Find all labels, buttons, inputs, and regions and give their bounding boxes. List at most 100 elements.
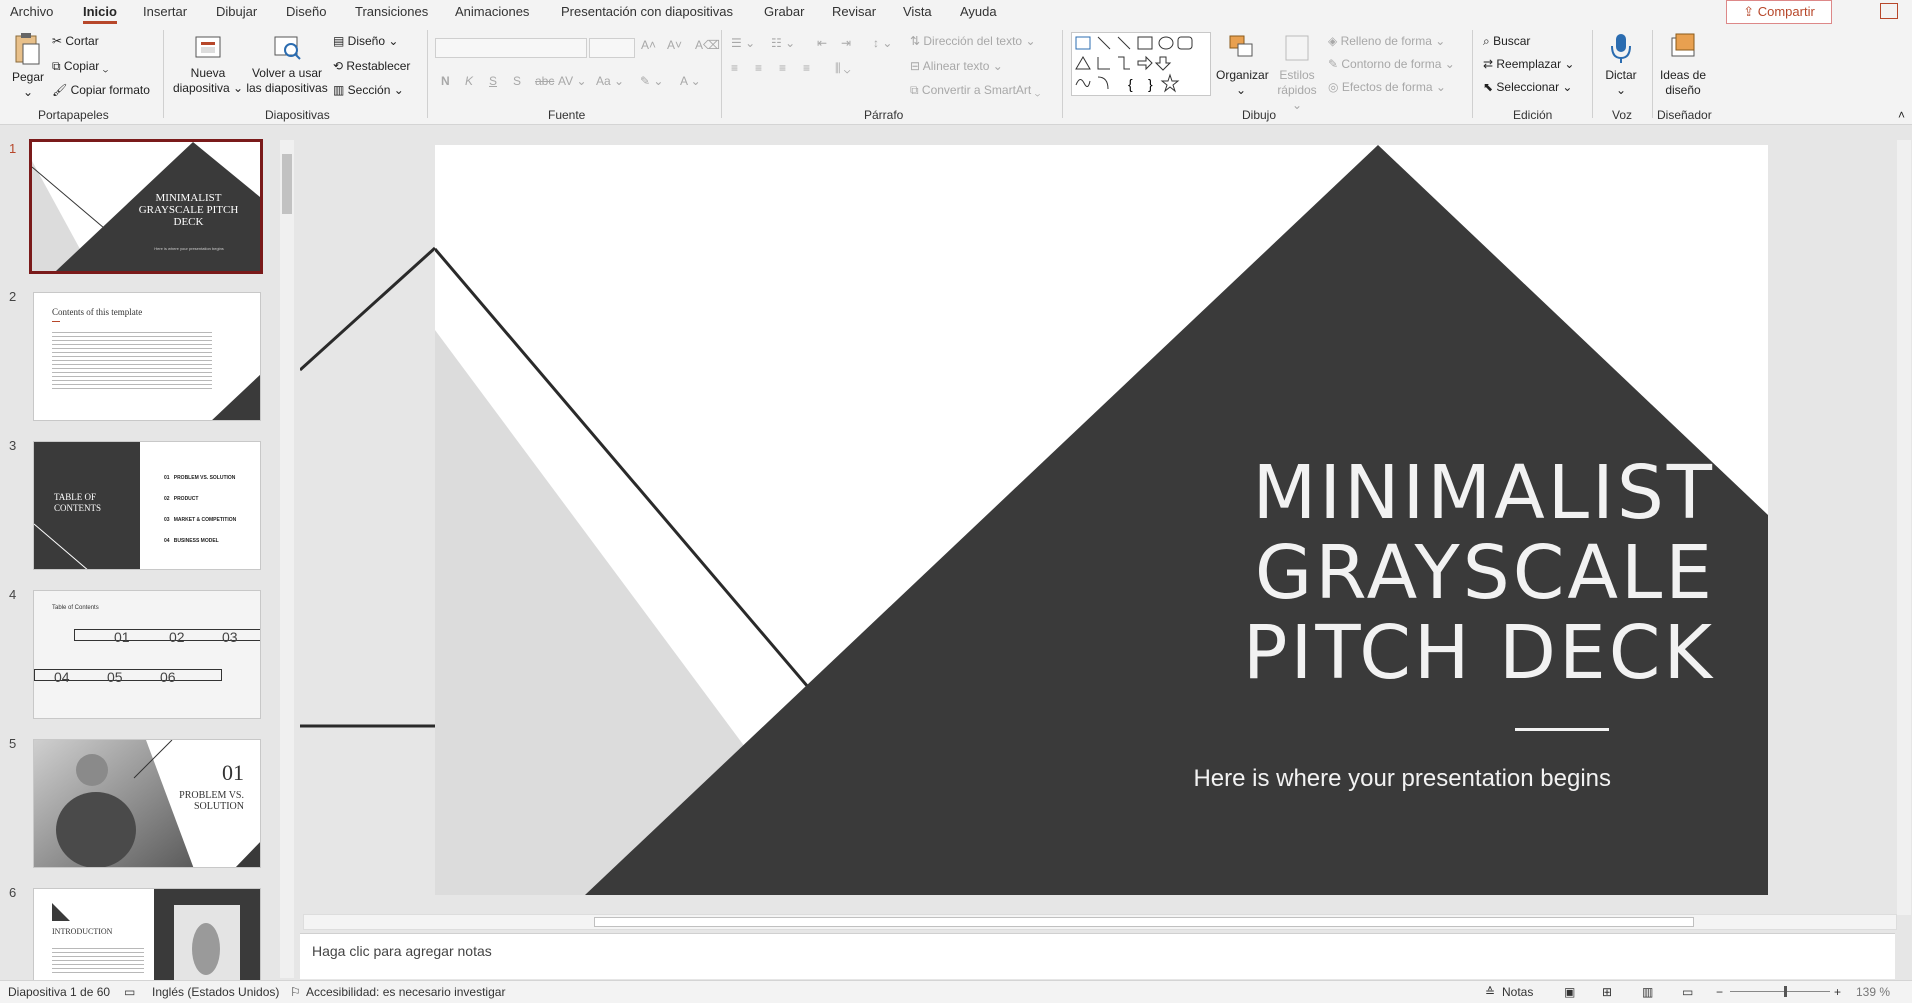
shape-outline-button[interactable]: ✎ Contorno de forma ⌄ — [1328, 57, 1455, 71]
slideshow-icon[interactable]: ▭ — [1682, 985, 1693, 999]
tab-transiciones[interactable]: Transiciones — [355, 4, 428, 19]
accessibility-icon[interactable]: ⚐ — [290, 985, 301, 999]
copy-button[interactable]: ⧉ Copiar ⌄ — [52, 59, 108, 74]
quick-styles-button[interactable]: Estilos rápidos ⌄ — [1272, 32, 1322, 113]
grow-font-icon[interactable]: A˄ — [641, 38, 656, 52]
align-right-icon[interactable]: ≡ — [779, 61, 786, 75]
thumb-2-corner — [212, 374, 260, 420]
cut-button[interactable]: ✂ Cortar — [52, 34, 99, 48]
notes-pane[interactable]: Haga clic para agregar notas — [300, 933, 1895, 979]
tab-animaciones[interactable]: Animaciones — [455, 4, 529, 19]
scroll-thumb[interactable] — [282, 154, 292, 214]
decrease-indent-icon[interactable]: ⇤ — [817, 36, 827, 50]
scroll-thumb[interactable] — [594, 917, 1694, 927]
tab-archivo[interactable]: Archivo — [10, 4, 53, 19]
font-color-icon[interactable]: A ⌄ — [680, 74, 701, 88]
thumbnail-slide-3[interactable]: Table of contents 01 PROBLEM VS. SOLUTIO… — [33, 441, 261, 570]
tab-diseno[interactable]: Diseño — [286, 4, 326, 19]
shapes-icon: {} — [1075, 36, 1193, 93]
shapes-gallery[interactable]: {} — [1071, 32, 1211, 96]
smartart-button[interactable]: ⧉ Convertir a SmartArt ⌄ — [910, 83, 1040, 98]
scissors-icon: ✂ — [52, 34, 66, 48]
thumbnail-scrollbar[interactable] — [280, 140, 294, 978]
reuse-label-2: las diapositivas — [246, 81, 328, 95]
replace-button[interactable]: ⇄ Reemplazar ⌄ — [1483, 57, 1574, 71]
zoom-in-icon[interactable]: + — [1834, 985, 1841, 999]
slide-sorter-icon[interactable]: ⊞ — [1602, 985, 1612, 999]
reading-view-icon[interactable]: ▥ — [1642, 985, 1653, 999]
thumbnail-slide-6[interactable]: Introduction — [33, 888, 261, 980]
share-button[interactable]: ⇪ Compartir — [1726, 0, 1832, 24]
tab-vista[interactable]: Vista — [903, 4, 932, 19]
thumbnail-slide-1[interactable]: MINIMALIST GRAYSCALE PITCH DECK Here is … — [29, 139, 263, 274]
change-case-button[interactable]: Aa ⌄ — [596, 74, 624, 88]
align-text-button[interactable]: ⊟ Alinear texto ⌄ — [910, 59, 1003, 73]
tab-insertar[interactable]: Insertar — [143, 4, 187, 19]
tab-revisar[interactable]: Revisar — [832, 4, 876, 19]
arrange-button[interactable]: Organizar ⌄ — [1216, 32, 1269, 98]
layout-button[interactable]: ▤ Diseño ⌄ — [333, 34, 398, 48]
format-painter-button[interactable]: 🖌 Copiar formato — [52, 83, 150, 97]
thumb-4-num: 02 — [169, 629, 185, 645]
italic-button[interactable]: K — [465, 74, 473, 88]
font-name-combo[interactable] — [435, 38, 587, 58]
shrink-font-icon[interactable]: A˅ — [667, 38, 682, 52]
numbering-icon[interactable]: ☷ ⌄ — [771, 36, 795, 50]
highlight-icon[interactable]: ✎ ⌄ — [640, 74, 663, 88]
current-slide[interactable]: MINIMALIST GRAYSCALE PITCH DECK Here is … — [435, 145, 1768, 895]
columns-icon[interactable]: ⫼ ⌄ — [835, 61, 850, 76]
justify-icon[interactable]: ≡ — [803, 61, 810, 75]
zoom-slider[interactable] — [1730, 991, 1830, 992]
slide-title[interactable]: MINIMALIST GRAYSCALE PITCH DECK — [1085, 453, 1715, 693]
bold-button[interactable]: N — [441, 74, 450, 88]
shape-fill-button[interactable]: ◈ Relleno de forma ⌄ — [1328, 34, 1445, 48]
line-spacing-icon[interactable]: ↕ ⌄ — [873, 36, 892, 50]
collapse-ribbon-icon[interactable]: ˄ — [1898, 108, 1905, 122]
align-left-icon[interactable]: ≡ — [731, 61, 738, 75]
thumbnail-slide-2[interactable]: Contents of this template — [33, 292, 261, 421]
normal-view-icon[interactable]: ▣ — [1564, 985, 1575, 999]
find-button[interactable]: ⌕ Buscar — [1483, 34, 1530, 49]
thumbnail-slide-5[interactable]: 01 Problem vs. solution — [33, 739, 261, 868]
editor-vertical-scrollbar[interactable] — [1897, 140, 1911, 915]
paint-bucket-icon: ◈ — [1328, 34, 1341, 48]
reuse-slides-button[interactable]: Volver a usar las diapositivas — [246, 32, 328, 96]
section-button[interactable]: ▥ Sección ⌄ — [333, 83, 404, 97]
thumbnail-slide-4[interactable]: Table of Contents 01 02 03 04 05 06 — [33, 590, 261, 719]
text-direction-button[interactable]: ⇅ Dirección del texto ⌄ — [910, 34, 1036, 48]
underline-button[interactable]: S — [489, 74, 497, 88]
clear-format-icon[interactable]: A⌫ — [695, 38, 720, 52]
zoom-out-icon[interactable]: − — [1716, 985, 1723, 999]
font-group-label: Fuente — [548, 108, 586, 122]
char-spacing-button[interactable]: AV ⌄ — [558, 74, 587, 88]
new-slide-button[interactable]: Nueva diapositiva ⌄ — [172, 32, 244, 96]
comments-icon[interactable] — [1880, 3, 1898, 19]
design-ideas-button[interactable]: Ideas de diseño — [1656, 32, 1710, 98]
accessibility-status[interactable]: Accesibilidad: es necesario investigar — [306, 985, 505, 999]
tab-grabar[interactable]: Grabar — [764, 4, 804, 19]
status-bar: Diapositiva 1 de 60 ▭ Inglés (Estados Un… — [0, 980, 1912, 1003]
tab-inicio[interactable]: Inicio — [83, 4, 117, 24]
select-button[interactable]: ⬉ Seleccionar ⌄ — [1483, 80, 1572, 94]
shape-effects-button[interactable]: ◎ Efectos de forma ⌄ — [1328, 80, 1446, 94]
shadow-button[interactable]: S — [513, 74, 521, 88]
zoom-level[interactable]: 139 % — [1856, 985, 1890, 999]
slide-subtitle[interactable]: Here is where your presentation begins — [1075, 765, 1611, 793]
tab-presentacion[interactable]: Presentación con diapositivas — [561, 4, 733, 19]
tab-ayuda[interactable]: Ayuda — [960, 4, 997, 19]
tab-dibujar[interactable]: Dibujar — [216, 4, 257, 19]
language-status[interactable]: Inglés (Estados Unidos) — [152, 985, 279, 999]
align-center-icon[interactable]: ≡ — [755, 61, 762, 75]
spellcheck-icon[interactable]: ▭ — [124, 985, 135, 999]
zoom-slider-thumb[interactable] — [1784, 986, 1787, 997]
dictate-button[interactable]: Dictar ⌄ — [1598, 32, 1644, 98]
align-text-label: Alinear texto — [922, 59, 990, 73]
horizontal-scrollbar[interactable] — [303, 914, 1897, 930]
notes-button[interactable]: Notas — [1502, 985, 1533, 999]
strikethrough-button[interactable]: abc — [535, 74, 554, 88]
bullets-icon[interactable]: ☰ ⌄ — [731, 36, 755, 50]
reset-button[interactable]: ⟲ Restablecer — [333, 59, 410, 73]
increase-indent-icon[interactable]: ⇥ — [841, 36, 851, 50]
paste-button[interactable]: Pegar ⌄ — [8, 32, 48, 100]
font-size-combo[interactable] — [589, 38, 635, 58]
